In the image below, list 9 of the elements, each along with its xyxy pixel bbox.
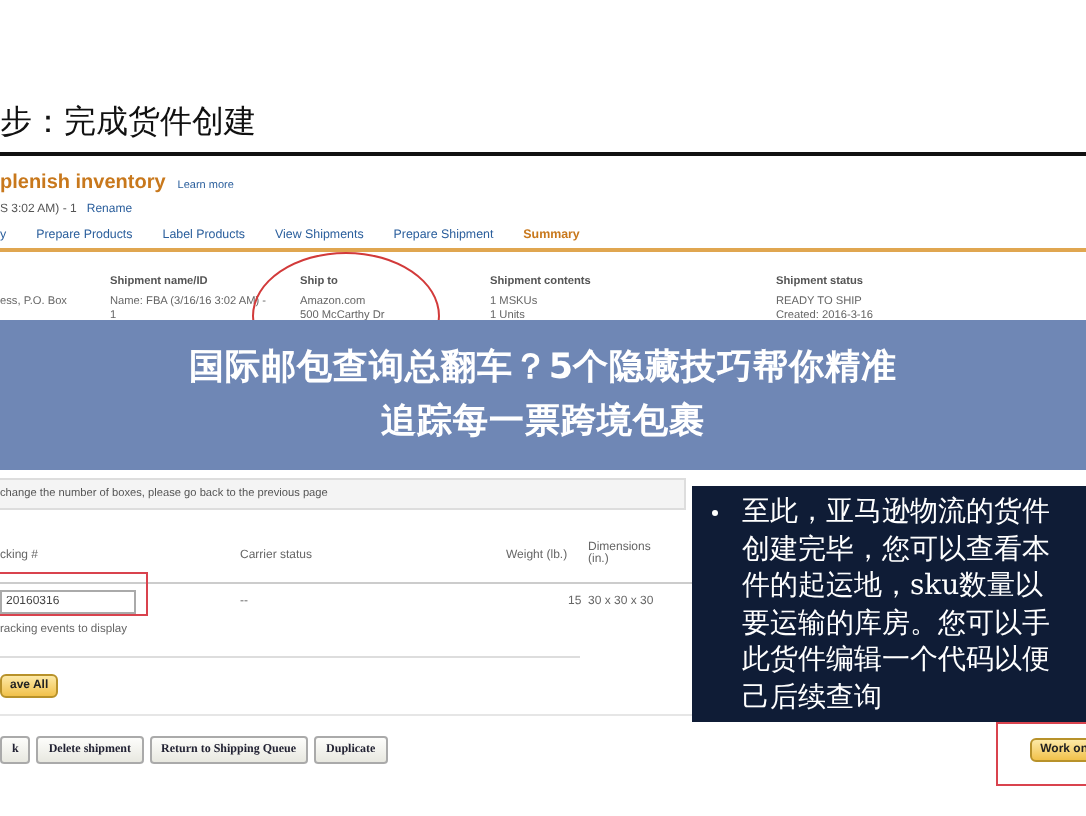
page-title: plenish inventory <box>0 172 166 194</box>
slide-heading: 步：完成货件创建 <box>0 102 256 144</box>
callout-text: 要运输的库房。您可以手 <box>742 605 1050 642</box>
callout-text: 此货件编辑一个代码以便 <box>742 642 1050 679</box>
callout-text: 创建完毕，您可以查看本 <box>742 531 1050 568</box>
banner-title: 国际邮包查询总翻车？5个隐藏技巧帮你精准追踪每一票跨境包裹 <box>186 345 900 445</box>
callout-text: 己后续查询 <box>742 679 884 716</box>
callout-text: 件的起运地，sku数量以 <box>742 568 1046 605</box>
callout-text: 至此，亚马逊物流的货件 <box>742 494 1050 531</box>
